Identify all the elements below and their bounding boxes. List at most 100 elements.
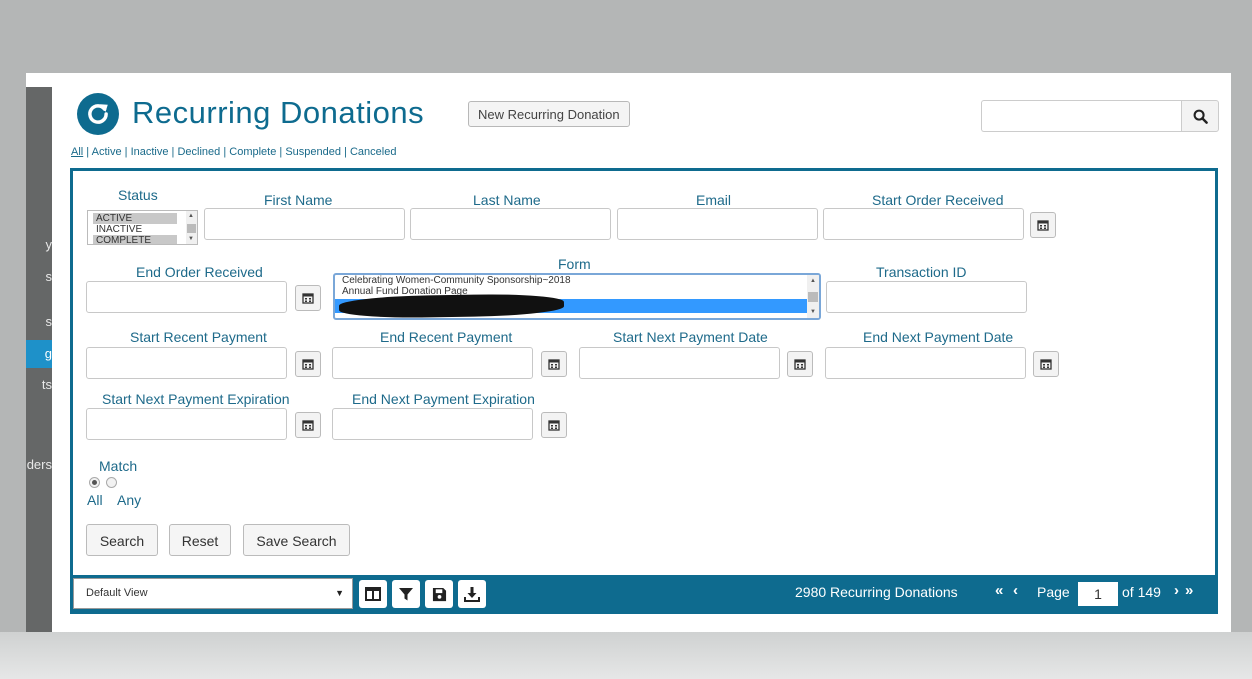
save-search-button[interactable]: Save Search — [243, 524, 350, 556]
start-next-payment-date-calendar-button[interactable] — [787, 351, 813, 377]
filter-link-all[interactable]: All — [71, 146, 83, 158]
search-icon — [1193, 109, 1208, 124]
match-any-label: Any — [117, 492, 142, 508]
match-all-label: All — [87, 492, 103, 508]
search-panel: Status ACTIVE INACTIVE COMPLETE ▲ ▼ Firs… — [70, 168, 1218, 614]
sidebar-item-label: ders — [26, 457, 52, 472]
first-page-icon[interactable]: « — [995, 582, 1003, 599]
end-recent-payment-calendar-button[interactable] — [541, 351, 567, 377]
status-label: Status — [118, 187, 158, 203]
search-input[interactable] — [981, 100, 1181, 132]
sidebar-item-label: y — [45, 237, 53, 252]
result-count: 2980 Recurring Donations — [795, 584, 958, 600]
calendar-icon — [1037, 220, 1049, 231]
app-window: y s s g ts ders Recurring Donations New … — [26, 73, 1231, 632]
end-order-received-label: End Order Received — [136, 264, 263, 280]
export-button[interactable] — [458, 580, 486, 608]
last-name-field[interactable] — [410, 208, 611, 240]
start-next-payment-expiration-field[interactable] — [86, 408, 287, 440]
calendar-icon — [1040, 359, 1052, 370]
sidebar-item-1[interactable]: y — [26, 237, 53, 252]
search-button[interactable] — [1181, 100, 1219, 132]
first-name-field[interactable] — [204, 208, 405, 240]
form-listbox[interactable]: Celebrating Women-Community Sponsorship~… — [333, 273, 821, 320]
filter-icon — [399, 588, 413, 601]
search-submit-button[interactable]: Search — [86, 524, 158, 556]
end-next-payment-date-calendar-button[interactable] — [1033, 351, 1059, 377]
sidebar-item-label: s — [45, 314, 53, 329]
start-recent-payment-label: Start Recent Payment — [130, 329, 267, 345]
match-label: Match — [99, 458, 138, 474]
end-next-payment-expiration-calendar-button[interactable] — [541, 412, 567, 438]
calendar-icon — [302, 293, 314, 304]
sidebar-item-label: s — [45, 269, 53, 284]
first-name-label: First Name — [264, 192, 333, 208]
start-order-received-calendar-button[interactable] — [1030, 212, 1056, 238]
start-next-payment-date-label: Start Next Payment Date — [613, 329, 768, 345]
prev-page-icon[interactable]: ‹ — [1013, 582, 1018, 599]
page-number-input[interactable]: 1 — [1078, 582, 1118, 606]
filter-link-declined[interactable]: Declined — [177, 146, 220, 158]
page-title: Recurring Donations — [132, 95, 425, 130]
status-filter-links: All | Active | Inactive | Declined | Com… — [71, 146, 397, 158]
form-label: Form — [558, 256, 591, 272]
filter-link-canceled[interactable]: Canceled — [350, 146, 396, 158]
columns-button[interactable] — [359, 580, 387, 608]
match-any-radio[interactable] — [106, 477, 117, 488]
start-recent-payment-field[interactable] — [86, 347, 287, 379]
view-select[interactable]: Default View ▼ — [73, 578, 353, 609]
page-label: Page — [1037, 584, 1070, 600]
start-next-payment-expiration-calendar-button[interactable] — [295, 412, 321, 438]
start-order-received-field[interactable] — [823, 208, 1024, 240]
end-next-payment-date-field[interactable] — [825, 347, 1026, 379]
email-label: Email — [696, 192, 732, 208]
end-order-received-field[interactable] — [86, 281, 287, 313]
filter-link-complete[interactable]: Complete — [229, 146, 276, 158]
sidebar-item-6[interactable]: ders — [26, 457, 52, 472]
match-all-radio[interactable] — [89, 477, 100, 488]
page-total: of 149 — [1122, 584, 1161, 600]
filter-button[interactable] — [392, 580, 420, 608]
results-toolbar: Default View ▼ 2980 Recurring Donations … — [73, 575, 1216, 612]
form-option[interactable]: Celebrating Women-Community Sponsorship~… — [335, 275, 819, 286]
sidebar-item-2[interactable]: s — [26, 269, 53, 284]
next-page-icon[interactable]: › — [1174, 582, 1179, 599]
end-next-payment-expiration-field[interactable] — [332, 408, 533, 440]
email-field[interactable] — [617, 208, 818, 240]
calendar-icon — [794, 359, 806, 370]
filter-link-inactive[interactable]: Inactive — [131, 146, 169, 158]
last-name-label: Last Name — [473, 192, 541, 208]
end-next-payment-expiration-label: End Next Payment Expiration — [352, 391, 535, 407]
sidebar-item-3[interactable]: s — [26, 314, 53, 329]
sidebar-item-4[interactable]: g — [26, 340, 52, 368]
start-recent-payment-calendar-button[interactable] — [295, 351, 321, 377]
dropdown-arrow-icon: ▼ — [335, 588, 344, 598]
last-page-icon[interactable]: » — [1185, 582, 1193, 599]
sidebar-item-label: g — [44, 346, 52, 361]
start-next-payment-date-field[interactable] — [579, 347, 780, 379]
status-listbox[interactable]: ACTIVE INACTIVE COMPLETE ▲ ▼ — [87, 210, 198, 245]
new-recurring-donation-button[interactable]: New Recurring Donation — [468, 101, 630, 127]
calendar-icon — [548, 359, 560, 370]
status-scrollbar[interactable]: ▲ ▼ — [186, 211, 197, 244]
sidebar-item-5[interactable]: ts — [26, 377, 52, 392]
form-scrollbar[interactable]: ▲ ▼ — [807, 275, 819, 318]
filter-link-active[interactable]: Active — [92, 146, 122, 158]
background-bottom — [0, 632, 1252, 679]
reset-button[interactable]: Reset — [169, 524, 231, 556]
end-recent-payment-field[interactable] — [332, 347, 533, 379]
start-order-received-label: Start Order Received — [872, 192, 1004, 208]
calendar-icon — [302, 420, 314, 431]
columns-icon — [365, 587, 381, 601]
filter-link-suspended[interactable]: Suspended — [285, 146, 341, 158]
end-order-received-calendar-button[interactable] — [295, 285, 321, 311]
save-icon — [432, 587, 446, 601]
save-view-button[interactable] — [425, 580, 453, 608]
sidebar: y s s g ts ders — [26, 87, 52, 632]
status-option[interactable]: INACTIVE — [88, 224, 197, 235]
status-option[interactable]: ACTIVE — [93, 213, 177, 224]
calendar-icon — [302, 359, 314, 370]
transaction-id-field[interactable] — [826, 281, 1027, 313]
recurring-icon — [77, 93, 119, 135]
status-option[interactable]: COMPLETE — [93, 235, 177, 244]
